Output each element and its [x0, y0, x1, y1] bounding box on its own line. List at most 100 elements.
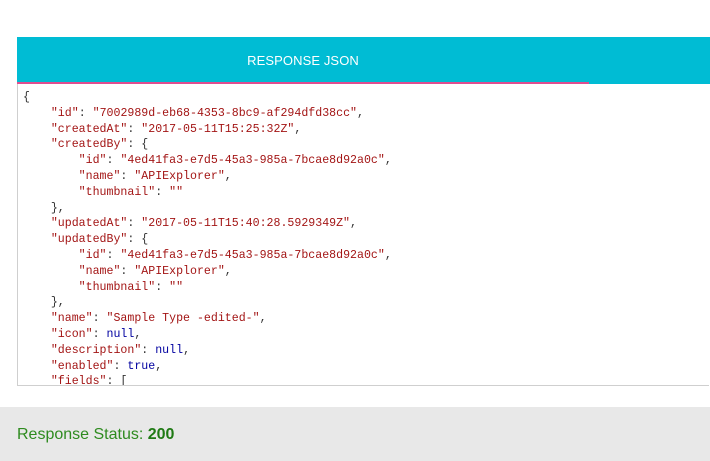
- json-punctuation: [23, 186, 79, 199]
- json-punctuation: },: [23, 201, 65, 215]
- json-key: "thumbnail": [78, 280, 156, 294]
- json-punctuation: [23, 138, 51, 151]
- json-key: "enabled": [50, 359, 114, 373]
- json-punctuation: ,: [350, 217, 357, 231]
- json-content: { "id": "7002989d-eb68-4353-8bc9-af294df…: [18, 90, 709, 386]
- json-punctuation: : {: [127, 233, 149, 247]
- json-punctuation: :: [141, 343, 156, 357]
- json-punctuation: [23, 375, 51, 385]
- json-punctuation: :: [127, 122, 142, 136]
- json-line: "name": "APIExplorer",: [23, 264, 709, 280]
- json-punctuation: :: [106, 248, 121, 262]
- json-punctuation: ,: [134, 327, 142, 341]
- json-key: "name": [78, 264, 121, 278]
- json-string-value: "2017-05-11T15:40:28.5929349Z": [141, 217, 351, 231]
- json-punctuation: [23, 217, 51, 230]
- json-punctuation: :: [155, 185, 170, 199]
- json-punctuation: ,: [384, 154, 392, 168]
- json-line: "name": "Sample Type -edited-",: [23, 311, 709, 327]
- json-punctuation: : [: [106, 375, 128, 386]
- json-punctuation: ,: [155, 359, 163, 373]
- json-punctuation: : {: [127, 138, 149, 152]
- json-punctuation: :: [106, 154, 121, 168]
- json-line: "fields": [: [23, 374, 709, 386]
- json-string-value: "2017-05-11T15:25:32Z": [141, 122, 295, 136]
- json-key: "description": [50, 343, 142, 357]
- json-code-view[interactable]: { "id": "7002989d-eb68-4353-8bc9-af294df…: [17, 90, 709, 386]
- json-key: "name": [50, 312, 93, 326]
- json-key: "name": [78, 169, 121, 183]
- json-line: "updatedBy": {: [23, 232, 709, 248]
- json-literal-value: null: [106, 327, 135, 341]
- json-line: },: [23, 295, 709, 311]
- json-punctuation: ,: [183, 343, 191, 357]
- tab-bar: RESPONSE JSON: [17, 37, 710, 84]
- response-status: Response Status: 200: [17, 426, 174, 444]
- json-line: "id": "4ed41fa3-e7d5-45a3-985a-7bcae8d92…: [23, 153, 709, 169]
- json-punctuation: ,: [384, 248, 392, 262]
- json-line: "id": "7002989d-eb68-4353-8bc9-af294dfd3…: [23, 106, 709, 122]
- json-punctuation: :: [113, 359, 128, 373]
- json-literal-value: null: [155, 343, 184, 357]
- json-string-value: "": [169, 280, 184, 294]
- json-key: "id": [50, 106, 79, 120]
- json-line: "icon": null,: [23, 327, 709, 343]
- json-punctuation: :: [92, 327, 107, 341]
- json-key: "fields": [50, 375, 107, 386]
- response-status-label: Response Status:: [17, 426, 148, 443]
- response-status-code: 200: [147, 426, 175, 443]
- json-punctuation: [23, 344, 51, 357]
- json-key: "thumbnail": [78, 185, 156, 199]
- json-string-value: "APIExplorer": [134, 264, 225, 278]
- json-line: },: [23, 201, 709, 217]
- json-punctuation: [23, 328, 51, 341]
- json-punctuation: },: [23, 296, 65, 310]
- json-key: "createdAt": [50, 122, 128, 136]
- json-line: {: [23, 90, 709, 106]
- json-key: "createdBy": [50, 138, 128, 152]
- json-punctuation: ,: [357, 106, 364, 120]
- json-key: "id": [78, 154, 107, 168]
- json-punctuation: [23, 312, 51, 325]
- json-punctuation: ,: [259, 312, 267, 326]
- status-bar: Response Status: 200: [0, 407, 710, 461]
- json-string-value: "7002989d-eb68-4353-8bc9-af294dfd38cc": [92, 106, 357, 120]
- json-string-value: "Sample Type -edited-": [106, 312, 260, 326]
- json-string-value: "4ed41fa3-e7d5-45a3-985a-7bcae8d92a0c": [120, 248, 385, 262]
- json-punctuation: [23, 249, 79, 262]
- json-punctuation: [23, 265, 79, 278]
- json-line: "createdBy": {: [23, 137, 709, 153]
- json-punctuation: ,: [224, 169, 232, 183]
- json-line: "thumbnail": "": [23, 185, 709, 201]
- tab-response-json-label: RESPONSE JSON: [247, 53, 359, 68]
- json-punctuation: [23, 281, 79, 294]
- response-panel: RESPONSE JSON { "id": "7002989d-eb68-435…: [17, 37, 710, 386]
- json-punctuation: [23, 360, 51, 373]
- tab-response-json[interactable]: RESPONSE JSON: [17, 37, 589, 84]
- json-punctuation: :: [120, 264, 135, 278]
- json-punctuation: [23, 107, 51, 120]
- json-string-value: "": [169, 185, 184, 199]
- json-line: "id": "4ed41fa3-e7d5-45a3-985a-7bcae8d92…: [23, 248, 709, 264]
- json-punctuation: :: [155, 280, 170, 294]
- json-string-value: "APIExplorer": [134, 169, 225, 183]
- json-line: "thumbnail": "": [23, 280, 709, 296]
- json-line: "name": "APIExplorer",: [23, 169, 709, 185]
- json-punctuation: :: [120, 169, 135, 183]
- json-key: "icon": [50, 327, 93, 341]
- json-line: "updatedAt": "2017-05-11T15:40:28.592934…: [23, 216, 709, 232]
- json-punctuation: :: [78, 106, 93, 120]
- json-punctuation: ,: [224, 264, 232, 278]
- response-viewer: RESPONSE JSON { "id": "7002989d-eb68-435…: [0, 0, 710, 461]
- json-key: "id": [78, 248, 107, 262]
- json-line: "createdAt": "2017-05-11T15:25:32Z",: [23, 122, 709, 138]
- json-punctuation: :: [127, 217, 142, 231]
- json-punctuation: ,: [294, 122, 302, 136]
- json-key: "updatedAt": [50, 217, 128, 231]
- json-string-value: "4ed41fa3-e7d5-45a3-985a-7bcae8d92a0c": [120, 154, 385, 168]
- json-line: "enabled": true,: [23, 359, 709, 375]
- json-literal-value: true: [127, 359, 156, 373]
- json-punctuation: [23, 154, 79, 167]
- json-punctuation: [23, 233, 51, 246]
- json-line: "description": null,: [23, 343, 709, 359]
